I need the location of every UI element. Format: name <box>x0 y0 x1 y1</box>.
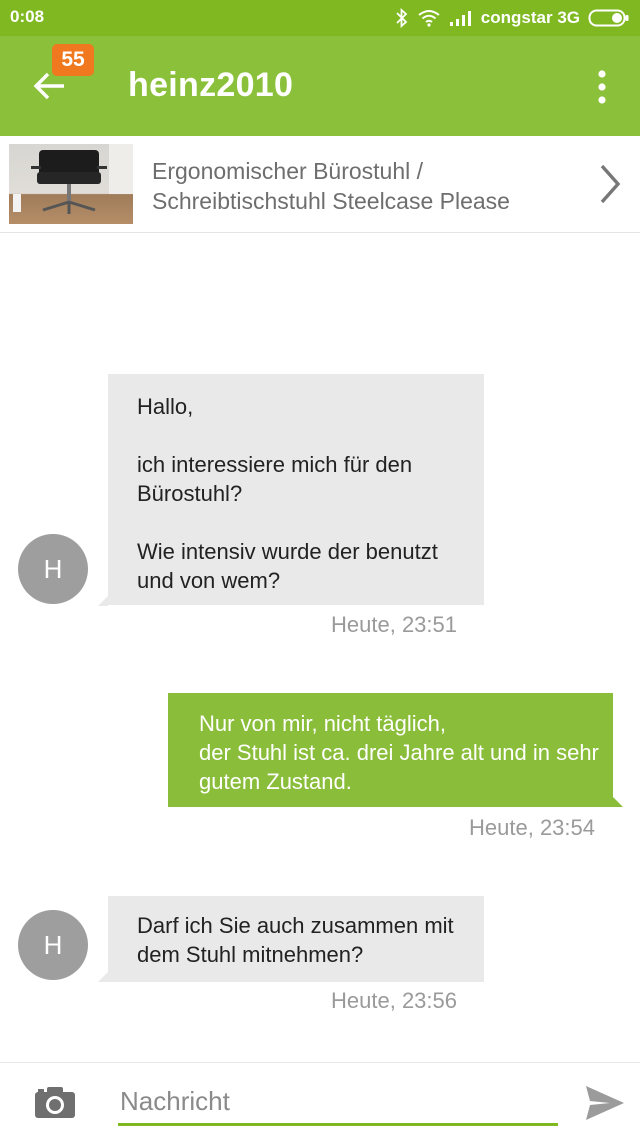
message-time: Heute, 23:51 <box>331 612 457 637</box>
listing-title[interactable]: Ergonomischer Bürostuhl / Schreibtischst… <box>152 156 572 216</box>
listing-bar[interactable]: Ergonomischer Bürostuhl / Schreibtischst… <box>0 136 640 233</box>
overflow-menu-icon[interactable] <box>590 69 614 105</box>
listing-thumbnail[interactable] <box>9 144 133 224</box>
status-bar: 0:08 congstar 3G <box>0 0 640 36</box>
wifi-icon <box>418 10 440 27</box>
app-bar: 55 heinz2010 <box>0 36 640 136</box>
battery-icon <box>588 9 629 27</box>
message-time: Heute, 23:54 <box>469 815 595 840</box>
avatar: H <box>18 910 88 980</box>
send-icon[interactable] <box>584 1083 626 1123</box>
listing-title-line2: Schreibtischstuhl Steelcase Please <box>152 188 510 214</box>
message-text: Darf ich Sie auch zusammen mit dem Stuhl… <box>137 913 454 967</box>
camera-icon[interactable] <box>34 1085 76 1119</box>
unread-count-badge: 55 <box>52 44 94 76</box>
signal-icon <box>449 11 471 26</box>
message-time: Heute, 23:56 <box>331 988 457 1013</box>
message-bubble-outgoing: Nur von mir, nicht täglich, der Stuhl is… <box>168 693 613 807</box>
bluetooth-icon <box>396 8 408 28</box>
avatar: H <box>18 534 88 604</box>
message-bubble-incoming: Hallo, ich interessiere mich für den Bür… <box>108 374 484 605</box>
carrier-name: congstar 3G <box>480 8 580 27</box>
conversation-title: heinz2010 <box>128 66 294 104</box>
message-bubble-incoming: Darf ich Sie auch zusammen mit dem Stuhl… <box>108 896 484 982</box>
message-text: Nur von mir, nicht täglich, der Stuhl is… <box>199 711 599 794</box>
chevron-right-icon[interactable] <box>598 162 622 206</box>
message-text: Hallo, ich interessiere mich für den Bür… <box>137 394 438 593</box>
message-input[interactable] <box>118 1081 562 1121</box>
input-underline <box>118 1123 558 1126</box>
status-time: 0:08 <box>10 7 45 26</box>
listing-title-line1: Ergonomischer Bürostuhl / <box>152 158 424 184</box>
message-composer <box>0 1062 640 1139</box>
